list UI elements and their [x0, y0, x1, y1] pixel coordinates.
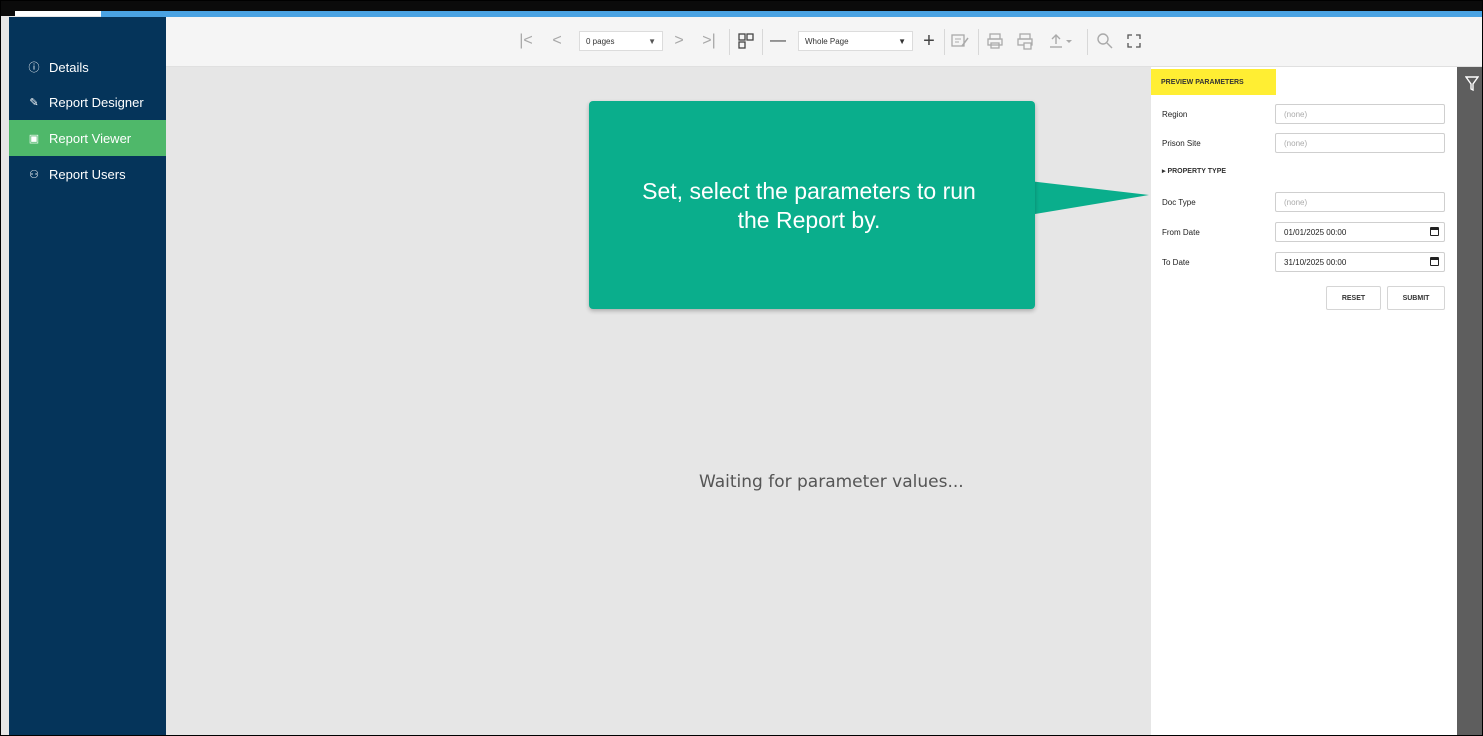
callout-line-1: Set, select the parameters to run — [642, 178, 976, 204]
to-date-field[interactable]: 31/10/2025 00:00 — [1275, 252, 1445, 272]
toolbar-divider — [944, 29, 945, 55]
reset-button[interactable]: RESET — [1326, 286, 1381, 310]
print-icon[interactable] — [984, 29, 1006, 53]
from-date-field[interactable]: 01/01/2025 00:00 — [1275, 222, 1445, 242]
report-icon: ▣ — [28, 132, 40, 145]
zoom-select[interactable]: Whole Page ▼ — [798, 31, 913, 51]
waiting-message: Waiting for parameter values... — [699, 472, 964, 492]
chevron-down-icon: ▼ — [898, 36, 906, 46]
sidebar: ⓘ Details ✎ Report Designer ▣ Report Vie… — [9, 17, 166, 735]
sidebar-item-report-viewer[interactable]: ▣ Report Viewer — [9, 120, 166, 156]
top-tab-indicator — [15, 11, 101, 16]
viewer-toolbar: |< < 0 pages ▼ > >| — Whole Page ▼ + — [166, 17, 1482, 67]
sidebar-item-label: Report Users — [49, 166, 126, 182]
app-window: ⓘ Details ✎ Report Designer ▣ Report Vie… — [0, 0, 1483, 736]
preview-parameters-panel: PREVIEW PARAMETERS Region (none) Prison … — [1151, 67, 1457, 735]
to-date-label: To Date — [1162, 258, 1190, 267]
callout-line-2: the Report by. — [737, 207, 881, 233]
toolbar-divider — [1087, 29, 1088, 55]
from-date-value: 01/01/2025 00:00 — [1284, 227, 1347, 237]
chevron-down-icon: ▼ — [648, 36, 656, 46]
filter-icon[interactable] — [1464, 76, 1480, 97]
sidebar-item-report-users[interactable]: ⚇ Report Users — [9, 156, 166, 192]
sidebar-item-label: Report Designer — [49, 94, 144, 110]
toolbar-divider — [729, 29, 730, 55]
sidebar-item-label: Details — [49, 59, 89, 75]
fullscreen-icon[interactable] — [1123, 29, 1145, 53]
prev-page-icon[interactable]: < — [549, 29, 565, 53]
toolbar-divider — [978, 29, 979, 55]
from-date-label: From Date — [1162, 228, 1200, 237]
region-label: Region — [1162, 110, 1188, 119]
edit-fields-icon[interactable] — [949, 29, 971, 53]
pages-select-value: 0 pages — [586, 36, 615, 46]
region-field[interactable]: (none) — [1275, 104, 1445, 124]
multipage-icon[interactable] — [736, 29, 756, 53]
prison-site-field[interactable]: (none) — [1275, 133, 1445, 153]
right-tab-strip — [1457, 67, 1482, 735]
export-icon[interactable] — [1046, 29, 1076, 53]
info-icon: ⓘ — [28, 62, 40, 74]
submit-button[interactable]: SUBMIT — [1387, 286, 1445, 310]
panel-title: PREVIEW PARAMETERS — [1151, 69, 1276, 95]
zoom-select-value: Whole Page — [805, 36, 849, 46]
last-page-icon[interactable]: >| — [699, 29, 719, 53]
prison-site-label: Prison Site — [1162, 139, 1201, 148]
top-bar — [1, 1, 1482, 17]
print-page-icon[interactable] — [1014, 29, 1036, 53]
doc-type-field[interactable]: (none) — [1275, 192, 1445, 212]
callout-text: Set, select the parameters to run the Re… — [599, 177, 1019, 235]
toolbar-divider — [762, 29, 763, 55]
search-icon[interactable] — [1094, 29, 1116, 53]
property-type-group[interactable]: ▸ PROPERTY TYPE — [1162, 167, 1226, 175]
first-page-icon[interactable]: |< — [516, 29, 536, 53]
next-page-icon[interactable]: > — [671, 29, 687, 53]
zoom-out-icon[interactable]: — — [768, 29, 788, 53]
calendar-icon[interactable] — [1430, 227, 1439, 236]
tutorial-callout: Set, select the parameters to run the Re… — [589, 101, 1149, 309]
users-icon: ⚇ — [29, 168, 39, 181]
doc-type-label: Doc Type — [1162, 198, 1196, 207]
sidebar-item-details[interactable]: ⓘ Details — [9, 49, 166, 85]
edit-icon: ✎ — [29, 96, 39, 109]
sidebar-item-report-designer[interactable]: ✎ Report Designer — [9, 84, 166, 120]
pages-select[interactable]: 0 pages ▼ — [579, 31, 663, 51]
sidebar-item-label: Report Viewer — [49, 130, 132, 146]
calendar-icon[interactable] — [1430, 257, 1439, 266]
zoom-in-icon[interactable]: + — [919, 29, 939, 53]
to-date-value: 31/10/2025 00:00 — [1284, 257, 1347, 267]
